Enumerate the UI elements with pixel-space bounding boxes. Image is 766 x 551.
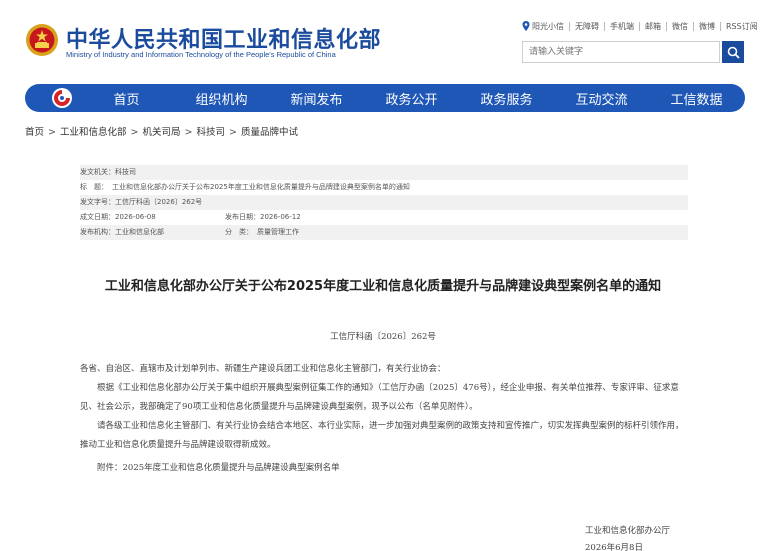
meta-value: 工业和信息化部办公厅关于公布2025年度工业和信息化质量提升与品牌建设典型案例名…	[112, 183, 410, 191]
nav-item-home[interactable]: 首页	[79, 89, 174, 108]
document-signature: 工业和信息化部办公厅	[585, 526, 671, 536]
document-paragraph: 请各级工业和信息化主管部门、有关行业协会结合本地区、本行业实际，进一步加强对典型…	[80, 421, 684, 450]
meta-value: 2026-06-08	[115, 213, 156, 221]
breadcrumb-separator: >	[184, 127, 193, 138]
meta-label: 分 类：	[225, 228, 253, 236]
nav-item-news[interactable]: 新闻发布	[269, 89, 364, 108]
document-title: 工业和信息化部办公厅关于公布2025年度工业和信息化质量提升与品牌建设典型案例名…	[104, 279, 662, 294]
document-metadata: 发文机关：科技司 标 题： 工业和信息化部办公厅关于公布2025年度工业和信息化质…	[80, 165, 688, 240]
ministry-logo-icon[interactable]	[51, 87, 73, 109]
toplink-sunshine[interactable]: 阳光小信	[530, 22, 569, 31]
search-icon	[727, 46, 740, 59]
nav-item-interaction[interactable]: 互动交流	[554, 89, 649, 108]
toplink-mobile[interactable]: 手机端	[604, 21, 639, 31]
meta-row-doc-no: 发文字号：工信厅科函〔2026〕262号	[80, 195, 688, 210]
meta-row-dates: 成文日期：2026-06-08 发布日期：2026-06-12	[80, 210, 688, 225]
national-emblem-icon[interactable]	[25, 22, 59, 58]
top-links: 阳光小信 无障碍 手机端 邮箱 微信 微博 RSS订阅	[522, 21, 763, 31]
meta-publish-date: 发布日期：2026-06-12	[225, 210, 301, 225]
document-number: 工信厅科函〔2026〕262号	[330, 332, 436, 342]
toplink-weibo[interactable]: 微博	[693, 21, 720, 31]
meta-label: 发布机构：	[80, 228, 115, 236]
toplink-rss[interactable]: RSS订阅	[720, 21, 763, 31]
meta-row-issuer: 发文机关：科技司	[80, 165, 688, 180]
site-header: 中华人民共和国工业和信息化部 Ministry of Industry and …	[0, 0, 766, 80]
meta-category: 分 类： 质量管理工作	[225, 225, 299, 240]
breadcrumb-ministry[interactable]: 工业和信息化部	[60, 127, 127, 138]
meta-value: 质量管理工作	[257, 228, 299, 236]
nav-item-government-affairs[interactable]: 政务公开	[364, 89, 459, 108]
search-input[interactable]	[522, 41, 720, 63]
breadcrumb-quality[interactable]: 质量品牌中试	[241, 127, 298, 138]
meta-row-title: 标 题： 工业和信息化部办公厅关于公布2025年度工业和信息化质量提升与品牌建设典…	[80, 180, 688, 195]
document-salutation: 各省、自治区、直辖市及计划单列市、新疆生产建设兵团工业和信息化主管部门，有关行业…	[80, 364, 446, 374]
breadcrumb-home[interactable]: 首页	[25, 127, 44, 138]
site-title-english: Ministry of Industry and Information Tec…	[66, 50, 336, 59]
meta-value: 工信厅科函〔2026〕262号	[115, 198, 203, 206]
document-sign-date: 2026年6月8日	[585, 543, 643, 551]
breadcrumb-departments[interactable]: 机关司局	[142, 127, 180, 138]
meta-label: 成文日期：	[80, 213, 115, 221]
toplink-email[interactable]: 邮箱	[639, 21, 666, 31]
search-button[interactable]	[722, 41, 744, 63]
nav-item-organization[interactable]: 组织机构	[174, 89, 269, 108]
toplink-wechat[interactable]: 微信	[666, 21, 693, 31]
meta-label: 发文字号：	[80, 198, 115, 206]
meta-label: 发布日期：	[225, 213, 260, 221]
meta-row-org: 发布机构：工业和信息化部 分 类： 质量管理工作	[80, 225, 688, 240]
nav-item-services[interactable]: 政务服务	[459, 89, 554, 108]
nav-item-data[interactable]: 工信数据	[649, 89, 744, 108]
breadcrumb-tech-dept[interactable]: 科技司	[196, 127, 225, 138]
document-paragraph: 根据《工业和信息化部办公厅关于集中组织开展典型案例征集工作的通知》（工信厅办函〔…	[80, 383, 679, 412]
meta-value: 科技司	[115, 168, 136, 176]
meta-label: 发文机关：	[80, 168, 115, 176]
document-attachment[interactable]: 附件：2025年度工业和信息化质量提升与品牌建设典型案例名单	[80, 459, 688, 478]
meta-value: 2026-06-12	[260, 213, 301, 221]
location-pin-icon	[522, 21, 530, 31]
meta-value: 工业和信息化部	[115, 228, 164, 236]
breadcrumb-separator: >	[130, 127, 139, 138]
breadcrumb-separator: >	[48, 127, 56, 138]
main-nav: 首页 组织机构 新闻发布 政务公开 政务服务 互动交流 工信数据	[25, 84, 745, 112]
breadcrumb: 首页 > 工业和信息化部 > 机关司局 > 科技司 > 质量品牌中试	[25, 124, 298, 138]
meta-label: 标 题：	[80, 183, 108, 191]
toplink-accessibility[interactable]: 无障碍	[569, 21, 604, 31]
breadcrumb-separator: >	[228, 127, 237, 138]
